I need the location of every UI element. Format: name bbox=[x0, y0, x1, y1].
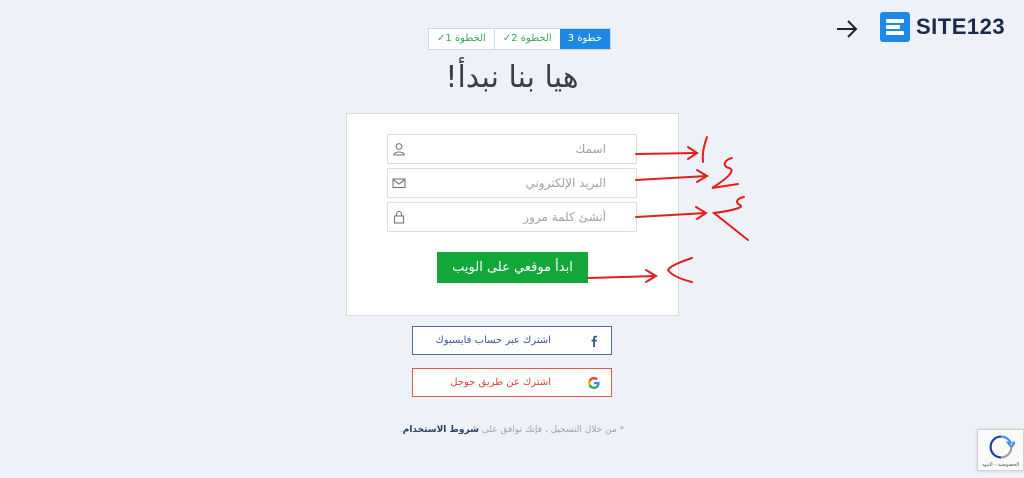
email-input[interactable] bbox=[388, 169, 636, 197]
annotation-number-3 bbox=[711, 196, 749, 241]
site123-logo[interactable]: SITE123 bbox=[880, 12, 1005, 42]
signup-card: ابدأ موقعي على الويب bbox=[346, 113, 679, 316]
terms-link[interactable]: شروط الاستخدام bbox=[403, 425, 479, 435]
logo-text: SITE123 bbox=[916, 14, 1006, 39]
google-label: اشترك عن طريق جوجل bbox=[450, 377, 551, 388]
name-input[interactable] bbox=[388, 135, 636, 163]
facebook-label: اشترك عبر حساب فايسبوك bbox=[435, 335, 552, 346]
envelope-icon bbox=[392, 178, 406, 189]
name-field[interactable] bbox=[387, 134, 637, 164]
google-icon bbox=[588, 377, 600, 389]
email-field[interactable] bbox=[387, 168, 637, 198]
password-field[interactable] bbox=[387, 202, 637, 232]
arrow-right-icon[interactable] bbox=[834, 16, 860, 42]
check-icon: ✓ bbox=[502, 33, 512, 44]
recaptcha-footer: الخصوصية - البنود bbox=[981, 462, 1020, 468]
lock-icon bbox=[393, 210, 405, 224]
annotation-number-1 bbox=[701, 136, 708, 163]
facebook-icon bbox=[591, 335, 597, 347]
recaptcha-badge[interactable]: الخصوصية - البنود bbox=[977, 429, 1024, 471]
logo-mark-icon bbox=[880, 12, 910, 42]
user-icon bbox=[393, 143, 405, 156]
google-signup-button[interactable]: اشترك عن طريق جوجل bbox=[412, 368, 612, 397]
terms-notice: * من خلال التسجيل ، فإنك توافق على شروط … bbox=[0, 425, 1024, 435]
annotation-number-2 bbox=[711, 157, 739, 189]
step-3: خطوة 3 bbox=[559, 29, 611, 49]
password-input[interactable] bbox=[388, 203, 636, 231]
step-2: ✓الخطوة 2 bbox=[493, 29, 560, 49]
step-1: ✓الخطوة 1 bbox=[437, 33, 486, 44]
start-website-button[interactable]: ابدأ موقعي على الويب bbox=[437, 252, 588, 283]
step-indicator: خطوة 3 ✓الخطوة 2 ✓الخطوة 1 bbox=[428, 28, 612, 50]
facebook-signup-button[interactable]: اشترك عبر حساب فايسبوك bbox=[412, 326, 612, 355]
recaptcha-icon bbox=[989, 435, 1015, 459]
terms-prefix: * من خلال التسجيل ، فإنك توافق على bbox=[481, 425, 625, 435]
page-title: هيا بنا نبدأ! bbox=[445, 60, 579, 95]
